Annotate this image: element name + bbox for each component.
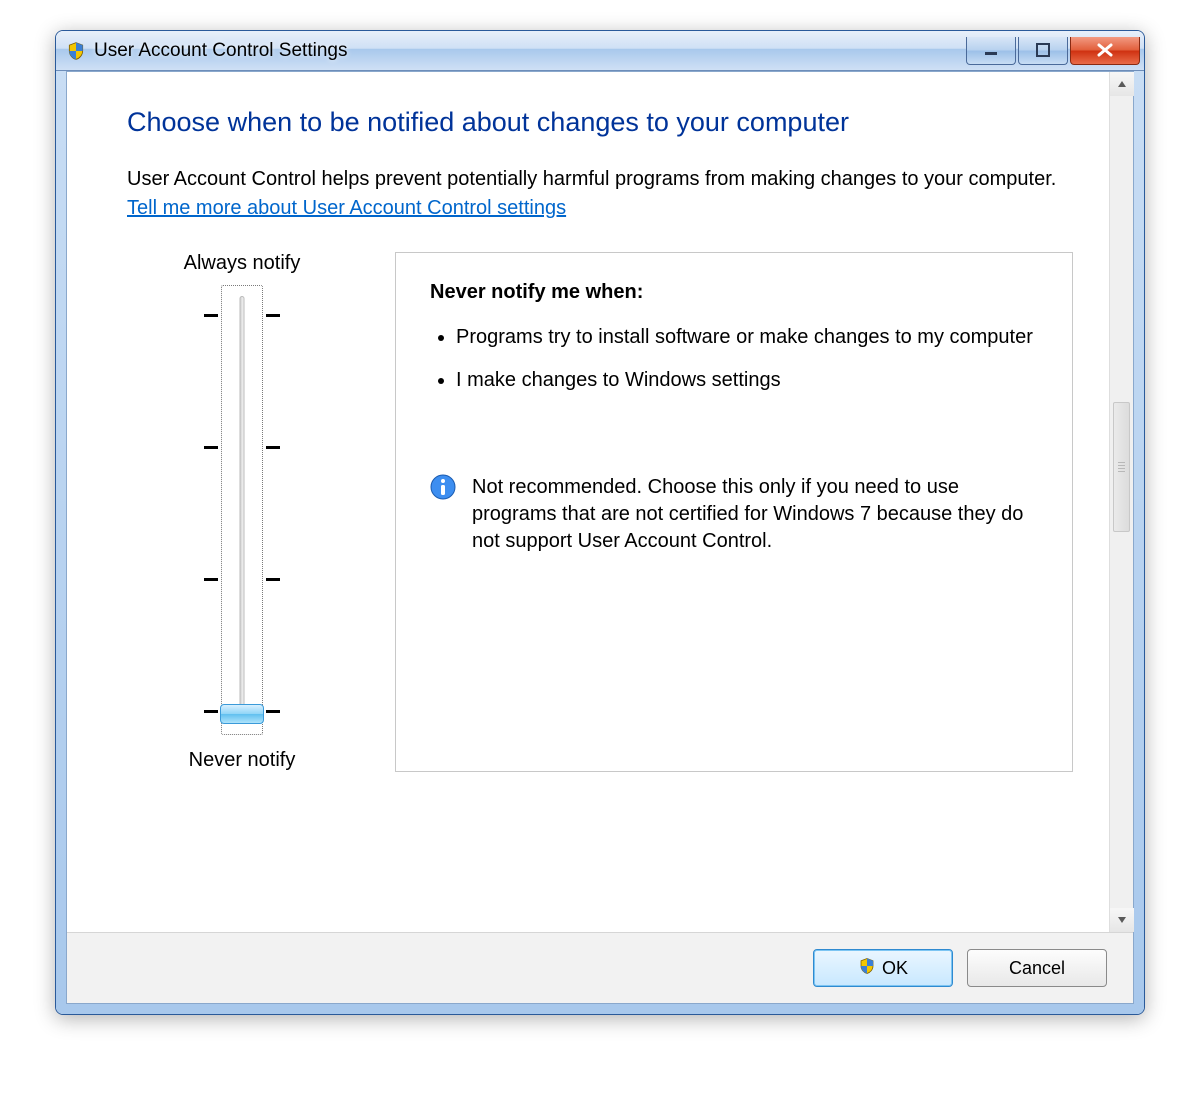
slider-thumb[interactable]	[220, 704, 264, 724]
titlebar[interactable]: User Account Control Settings	[56, 31, 1144, 71]
shield-icon	[858, 957, 876, 980]
ok-button[interactable]: OK	[813, 949, 953, 987]
slider-channel	[221, 285, 263, 735]
slider-tick	[266, 446, 280, 449]
intro-text: User Account Control helps prevent poten…	[127, 166, 1073, 193]
slider-tick	[204, 710, 218, 713]
detail-bullet: I make changes to Windows settings	[456, 367, 1038, 394]
slider-tick	[266, 578, 280, 581]
cancel-button-label: Cancel	[1009, 958, 1065, 979]
slider-tick	[266, 314, 280, 317]
info-icon	[430, 474, 456, 500]
page-heading: Choose when to be notified about changes…	[127, 107, 1073, 138]
info-row: Not recommended. Choose this only if you…	[430, 474, 1038, 555]
window-frame: Choose when to be notified about changes…	[56, 71, 1144, 1014]
maximize-button[interactable]	[1018, 37, 1068, 65]
scroll-area: Choose when to be notified about changes…	[67, 72, 1133, 932]
scroll-down-button[interactable]	[1110, 908, 1134, 932]
shield-icon	[66, 41, 86, 61]
slider-tick	[204, 578, 218, 581]
detail-list: Programs try to install software or make…	[456, 324, 1038, 394]
slider-tick	[204, 314, 218, 317]
slider-column: Always notify	[127, 252, 357, 772]
body-row: Always notify	[127, 252, 1073, 772]
slider-groove	[240, 296, 245, 714]
scroll-up-button[interactable]	[1110, 72, 1134, 96]
cancel-button[interactable]: Cancel	[967, 949, 1107, 987]
detail-panel: Never notify me when: Programs try to in…	[395, 252, 1073, 772]
scrollbar-thumb[interactable]	[1113, 402, 1130, 532]
footer: OK Cancel	[67, 932, 1133, 1003]
slider-tick	[266, 710, 280, 713]
window-title: User Account Control Settings	[94, 40, 966, 62]
detail-heading: Never notify me when:	[430, 281, 1038, 304]
info-text: Not recommended. Choose this only if you…	[472, 474, 1038, 555]
help-link[interactable]: Tell me more about User Account Control …	[127, 197, 566, 219]
notification-slider[interactable]	[187, 285, 297, 735]
content-frame: Choose when to be notified about changes…	[66, 71, 1134, 1004]
slider-tick	[204, 446, 218, 449]
vertical-scrollbar[interactable]	[1109, 72, 1133, 932]
detail-bullet: Programs try to install software or make…	[456, 324, 1038, 351]
ok-button-label: OK	[882, 958, 908, 979]
uac-settings-window: User Account Control Settings Choose whe…	[55, 30, 1145, 1015]
window-controls	[966, 37, 1140, 65]
close-button[interactable]	[1070, 37, 1140, 65]
slider-top-label: Always notify	[184, 252, 301, 275]
minimize-button[interactable]	[966, 37, 1016, 65]
slider-bottom-label: Never notify	[189, 749, 296, 772]
